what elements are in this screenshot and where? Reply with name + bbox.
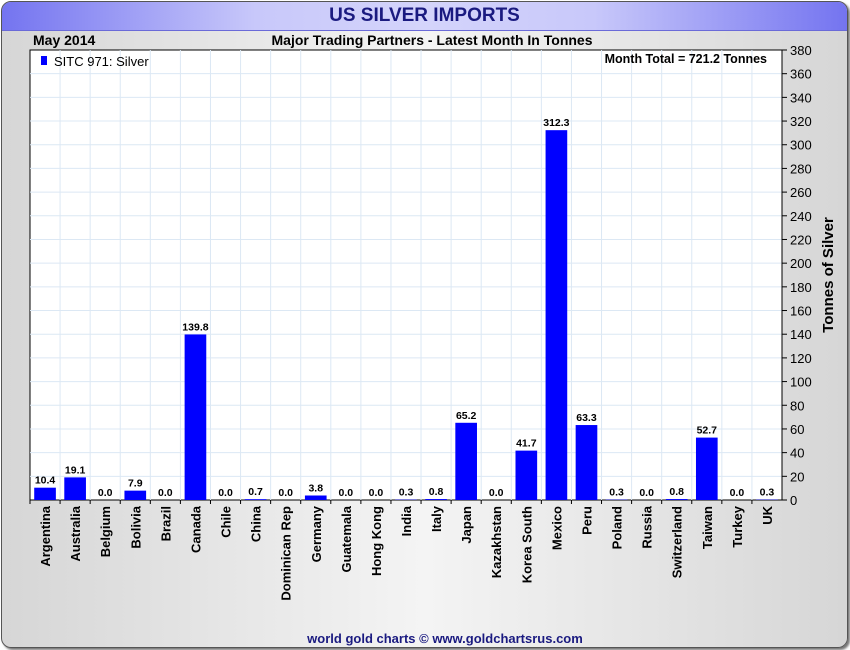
data-label: 0.8 xyxy=(429,486,444,498)
y-tick-label: 280 xyxy=(790,161,812,176)
x-tick-label: China xyxy=(249,505,264,542)
bar-japan xyxy=(455,422,477,500)
data-label: 0.8 xyxy=(669,486,684,498)
x-tick-label: Belgium xyxy=(98,506,113,557)
bar-switzerland xyxy=(665,499,688,500)
y-tick-label: 80 xyxy=(790,398,804,413)
data-label: 0.0 xyxy=(158,487,173,499)
y-tick-label: 100 xyxy=(790,375,812,390)
y-axis: 0 20 40 60 80 100 120 140 160 180 200 220 240 260 280 3… xyxy=(781,43,812,508)
bar-germany xyxy=(304,495,327,500)
x-tick-label: Russia xyxy=(640,505,655,548)
bar-taiwan xyxy=(695,437,718,500)
data-label: 0.0 xyxy=(369,487,384,499)
x-tick-label: Australia xyxy=(68,505,83,561)
y-tick-label: 200 xyxy=(790,256,812,271)
x-axis: Argentina Australia Belgium Bolivia Brazil Ca… xyxy=(29,500,775,601)
x-tick-label: Canada xyxy=(188,505,203,553)
y-tick-label: 240 xyxy=(790,209,812,224)
data-label: 0.3 xyxy=(609,487,624,499)
data-label: 0.0 xyxy=(639,487,654,499)
x-tick-label: Italy xyxy=(429,505,444,532)
y-tick-label: 180 xyxy=(790,280,812,295)
data-label: 0.0 xyxy=(278,487,293,499)
data-label: 3.8 xyxy=(308,483,323,495)
bar-mexico xyxy=(545,130,568,500)
x-tick-label: Mexico xyxy=(549,506,564,550)
y-tick-label: 380 xyxy=(790,43,812,58)
y-tick-label: 160 xyxy=(790,304,812,319)
y-tick-label: 220 xyxy=(790,232,812,247)
chart-subtitle: Major Trading Partners - Latest Month In… xyxy=(272,32,593,48)
x-tick-label: Switzerland xyxy=(670,506,685,578)
data-label: 312.3 xyxy=(543,117,569,129)
data-label: 41.7 xyxy=(516,438,537,450)
x-tick-label: Bolivia xyxy=(128,505,143,548)
plot-area xyxy=(29,49,783,501)
data-label: 0.0 xyxy=(98,487,113,499)
legend-swatch xyxy=(41,56,47,65)
y-tick-label: 340 xyxy=(790,90,812,105)
y-tick-label: 60 xyxy=(790,422,804,437)
x-tick-label: Japan xyxy=(459,506,474,544)
y-tick-label: 300 xyxy=(790,138,812,153)
bar-china xyxy=(244,499,267,500)
data-label: 139.8 xyxy=(182,321,208,333)
x-tick-label: Kazakhstan xyxy=(489,506,504,578)
x-tick-label: Turkey xyxy=(730,505,745,547)
x-tick-label: Argentina xyxy=(38,505,53,566)
x-tick-label: Poland xyxy=(610,506,625,549)
footer-credit: world gold charts © www.goldchartsrus.co… xyxy=(306,631,583,646)
data-label: 0.0 xyxy=(489,487,504,499)
x-tick-label: Peru xyxy=(579,506,594,535)
y-tick-label: 320 xyxy=(790,114,812,129)
y-tick-label: 140 xyxy=(790,327,812,342)
data-label: 10.4 xyxy=(35,475,56,487)
y-tick-label: 0 xyxy=(790,493,797,508)
y-tick-label: 40 xyxy=(790,446,804,461)
bar-italy xyxy=(425,499,447,500)
data-label: 0.7 xyxy=(248,486,263,498)
x-tick-label: Germany xyxy=(309,505,324,562)
data-label: 0.3 xyxy=(399,487,414,499)
bar-australia xyxy=(64,477,86,500)
month-total-annotation: Month Total = 721.2 Tonnes xyxy=(605,52,767,66)
x-tick-label: Taiwan xyxy=(700,506,715,549)
legend-label: SITC 971: Silver xyxy=(54,54,149,69)
bar-korea-south xyxy=(515,450,538,500)
bar-bolivia xyxy=(124,490,147,500)
data-label: 0.0 xyxy=(218,487,233,499)
data-label: 19.1 xyxy=(65,464,86,476)
data-label: 0.0 xyxy=(339,487,354,499)
bar-canada xyxy=(184,334,207,500)
bar-argentina xyxy=(34,487,56,500)
x-tick-label: Guatemala xyxy=(339,505,354,572)
data-label: 0.0 xyxy=(730,487,745,499)
data-label: 63.3 xyxy=(576,412,597,424)
x-tick-label: India xyxy=(399,505,414,536)
bar-chart: May 2014 Major Trading Partners - Latest… xyxy=(29,32,837,646)
data-label: 52.7 xyxy=(697,425,718,437)
y-tick-label: 260 xyxy=(790,185,812,200)
data-label: 65.2 xyxy=(456,410,477,422)
x-tick-label: UK xyxy=(760,505,775,524)
x-tick-label: Korea South xyxy=(519,506,534,583)
y-axis-label: Tonnes of Silver xyxy=(820,217,837,333)
date-label: May 2014 xyxy=(33,32,95,48)
y-tick-label: 360 xyxy=(790,67,812,82)
x-tick-label: Dominican Rep xyxy=(279,506,294,601)
y-tick-label: 20 xyxy=(790,469,804,484)
data-label: 0.3 xyxy=(760,487,775,499)
x-tick-label: Hong Kong xyxy=(369,506,384,576)
x-tick-label: Brazil xyxy=(158,506,173,541)
y-tick-label: 120 xyxy=(790,351,812,366)
bar-peru xyxy=(575,425,598,500)
data-label: 7.9 xyxy=(128,478,143,490)
x-tick-label: Chile xyxy=(219,506,234,538)
